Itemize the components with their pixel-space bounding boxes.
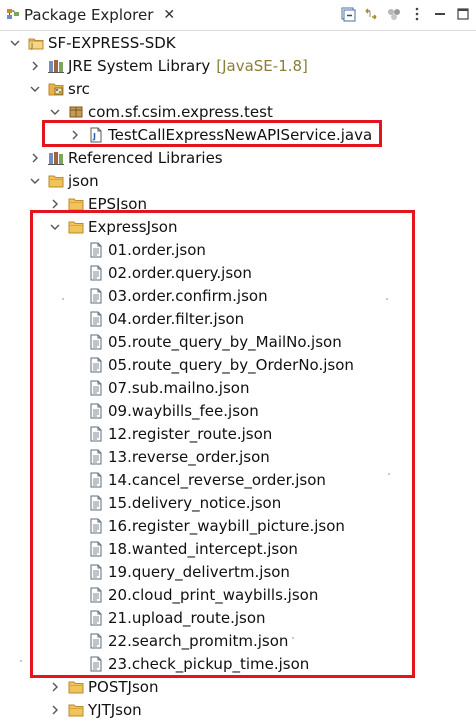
tree-item-src[interactable]: src [28, 77, 90, 100]
maximize-icon[interactable] [454, 5, 472, 23]
chevron-right-icon[interactable] [28, 59, 42, 73]
tree-item-project[interactable]: J SF-EXPRESS-SDK [8, 31, 176, 54]
tree-item-label: Referenced Libraries [68, 148, 223, 167]
tree-item-label: JRE System Library [68, 56, 211, 75]
view-menu-icon[interactable] [408, 5, 426, 23]
tree-item-json[interactable]: json [28, 169, 99, 192]
minimize-icon[interactable] [431, 5, 449, 23]
chevron-down-icon[interactable] [8, 36, 22, 50]
view-title: Package Explorer [24, 6, 154, 24]
package-explorer-tab[interactable]: Package Explorer ✕ [0, 0, 184, 30]
background-dot [62, 298, 64, 300]
project-icon: J [28, 35, 44, 51]
tree-item-label: POSTJson [88, 677, 159, 696]
package-icon [68, 104, 84, 120]
highlight-java-file [42, 120, 382, 147]
close-icon[interactable]: ✕ [163, 7, 175, 23]
highlight-expressjson-folder [30, 210, 415, 678]
folder-icon [68, 702, 84, 718]
chevron-right-icon[interactable] [28, 151, 42, 165]
chevron-right-icon[interactable] [48, 703, 62, 717]
background-dot [20, 660, 22, 662]
collapse-all-icon[interactable] [339, 5, 357, 23]
folder-icon [48, 173, 64, 189]
tree-item-reflibs[interactable]: Referenced Libraries [28, 146, 223, 169]
chevron-right-icon[interactable] [48, 197, 62, 211]
tree-item-decoration: [JavaSE-1.8] [216, 56, 308, 75]
focus-icon[interactable] [385, 5, 403, 23]
tree-item-label: src [68, 79, 90, 98]
chevron-down-icon[interactable] [28, 82, 42, 96]
background-dot [386, 298, 388, 300]
library-icon [48, 150, 64, 166]
tree-item-post[interactable]: POSTJson [48, 675, 158, 698]
tree-item-jre[interactable]: JRE System Library [JavaSE-1.8] [28, 54, 308, 77]
tree-item-yjt[interactable]: YJTJson [48, 698, 142, 721]
tree-item-label: SF-EXPRESS-SDK [48, 33, 176, 52]
background-dot [202, 298, 204, 300]
package-explorer-icon [6, 6, 20, 25]
folder-icon [68, 679, 84, 695]
tree-item-label: com.sf.csim.express.test [88, 102, 273, 121]
chevron-down-icon[interactable] [28, 174, 42, 188]
link-with-editor-icon[interactable] [362, 5, 380, 23]
view-toolbar [339, 5, 472, 23]
source-folder-icon [48, 81, 64, 97]
chevron-down-icon[interactable] [48, 105, 62, 119]
background-dot [292, 637, 294, 639]
background-dot [388, 473, 390, 475]
chevron-right-icon[interactable] [48, 680, 62, 694]
tree-item-label: json [68, 171, 99, 190]
view-tab-bar: Package Explorer ✕ [0, 0, 476, 31]
svg-text:J: J [30, 42, 33, 50]
library-icon [48, 58, 64, 74]
